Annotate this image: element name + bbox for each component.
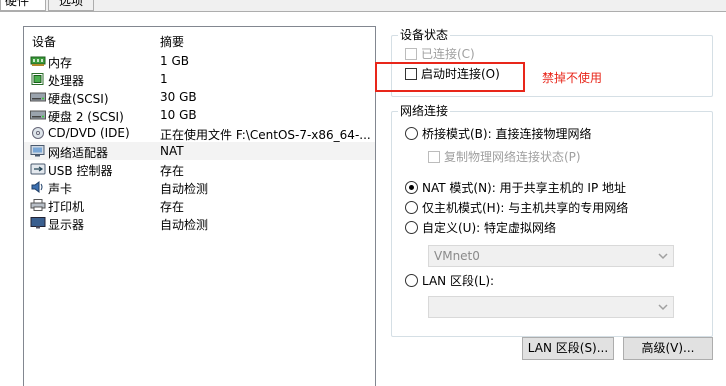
hard-disk-icon xyxy=(30,110,46,120)
device-row-processor[interactable]: 处理器 1 xyxy=(24,70,375,88)
device-row-printer[interactable]: 打印机 存在 xyxy=(24,196,375,214)
connected-label: 已连接(C) xyxy=(421,47,475,61)
device-summary: 自动检测 xyxy=(160,218,209,232)
device-summary: 10 GB xyxy=(160,108,197,122)
host-only-label: 仅主机模式(H): 与主机共享的专用网络 xyxy=(422,201,629,215)
device-name: 显示器 xyxy=(48,218,85,232)
device-summary: 1 GB xyxy=(160,54,189,68)
device-row-memory[interactable]: 内存 1 GB xyxy=(24,52,375,70)
custom-network-value: VMnet0 xyxy=(434,249,480,263)
annotation-text: 禁掉不使用 xyxy=(542,71,603,85)
processor-icon xyxy=(31,73,44,85)
custom-label: 自定义(U): 特定虚拟网络 xyxy=(422,221,557,235)
network-connection-title: 网络连接 xyxy=(398,104,451,118)
memory-icon xyxy=(30,56,46,66)
device-row-usb-controller[interactable]: USB 控制器 存在 xyxy=(24,160,375,178)
display-icon xyxy=(30,217,46,229)
device-summary: 1 xyxy=(160,72,168,86)
tab-hardware[interactable]: 硬件 xyxy=(0,0,46,11)
advanced-button[interactable]: 高级(V)... xyxy=(623,337,713,360)
highlight-box xyxy=(375,62,525,92)
device-row-hard-disk[interactable]: 硬盘(SCSI) 30 GB xyxy=(24,88,375,106)
network-adapter-icon xyxy=(30,145,45,157)
network-connection-group: 网络连接 桥接模式(B): 直接连接物理网络 复制物理网络连接状态(P) NAT… xyxy=(391,104,713,337)
nat-radio[interactable] xyxy=(405,181,418,194)
device-name: 硬盘 2 (SCSI) xyxy=(48,110,124,124)
device-row-network-adapter[interactable]: 网络适配器 NAT xyxy=(24,142,375,160)
device-list-header: 设备 摘要 xyxy=(24,27,375,49)
lan-segment-radio[interactable] xyxy=(405,274,418,287)
device-row-display[interactable]: 显示器 自动检测 xyxy=(24,214,375,232)
device-row-cd-dvd[interactable]: CD/DVD (IDE) 正在使用文件 F:\CentOS-7-x86_64-.… xyxy=(24,124,375,142)
replicate-state-label: 复制物理网络连接状态(P) xyxy=(444,150,581,164)
device-summary: 正在使用文件 F:\CentOS-7-x86_64-... xyxy=(160,128,371,142)
replicate-state-checkbox[interactable] xyxy=(428,151,440,163)
device-name: 硬盘(SCSI) xyxy=(48,92,109,106)
sound-card-icon xyxy=(31,181,43,193)
printer-icon xyxy=(30,199,46,211)
device-name: USB 控制器 xyxy=(48,164,113,178)
device-name: 内存 xyxy=(48,56,73,70)
custom-network-select[interactable]: VMnet0 xyxy=(428,245,674,267)
host-only-radio[interactable] xyxy=(405,201,418,214)
lan-segment-select[interactable] xyxy=(428,296,674,318)
chevron-down-icon xyxy=(658,253,668,260)
device-summary: 存在 xyxy=(160,164,185,178)
column-header-device[interactable]: 设备 xyxy=(32,33,56,50)
column-header-summary[interactable]: 摘要 xyxy=(160,33,184,50)
device-status-title: 设备状态 xyxy=(398,28,451,42)
device-summary: 存在 xyxy=(160,200,185,214)
device-summary: 30 GB xyxy=(160,90,197,104)
chevron-down-icon xyxy=(658,304,668,311)
device-name: 处理器 xyxy=(48,74,85,88)
custom-radio[interactable] xyxy=(405,221,418,234)
device-name: 声卡 xyxy=(48,182,73,196)
bridged-label: 桥接模式(B): 直接连接物理网络 xyxy=(422,127,592,141)
bridged-radio[interactable] xyxy=(405,127,418,140)
device-row-sound-card[interactable]: 声卡 自动检测 xyxy=(24,178,375,196)
device-summary: NAT xyxy=(160,144,184,158)
usb-controller-icon xyxy=(30,163,46,175)
device-list[interactable]: 设备 摘要 内存 1 GB 处理器 1 硬盘(SCSI) 30 GB 硬盘 2 … xyxy=(23,26,376,386)
device-summary: 自动检测 xyxy=(160,182,209,196)
lan-segment-label: LAN 区段(L): xyxy=(422,274,495,288)
device-name: 网络适配器 xyxy=(48,146,109,160)
device-name: CD/DVD (IDE) xyxy=(48,126,130,140)
connected-checkbox[interactable] xyxy=(405,48,417,60)
device-row-hard-disk-2[interactable]: 硬盘 2 (SCSI) 10 GB xyxy=(24,106,375,124)
nat-label: NAT 模式(N): 用于共享主机的 IP 地址 xyxy=(422,181,627,195)
cd-dvd-icon xyxy=(32,127,44,139)
hardware-tab-pane: 设备 摘要 内存 1 GB 处理器 1 硬盘(SCSI) 30 GB 硬盘 2 … xyxy=(0,11,726,386)
lan-segments-button[interactable]: LAN 区段(S)... xyxy=(522,337,614,360)
hard-disk-icon xyxy=(30,92,46,102)
tab-options[interactable]: 选项 xyxy=(48,0,94,11)
device-name: 打印机 xyxy=(48,200,85,214)
